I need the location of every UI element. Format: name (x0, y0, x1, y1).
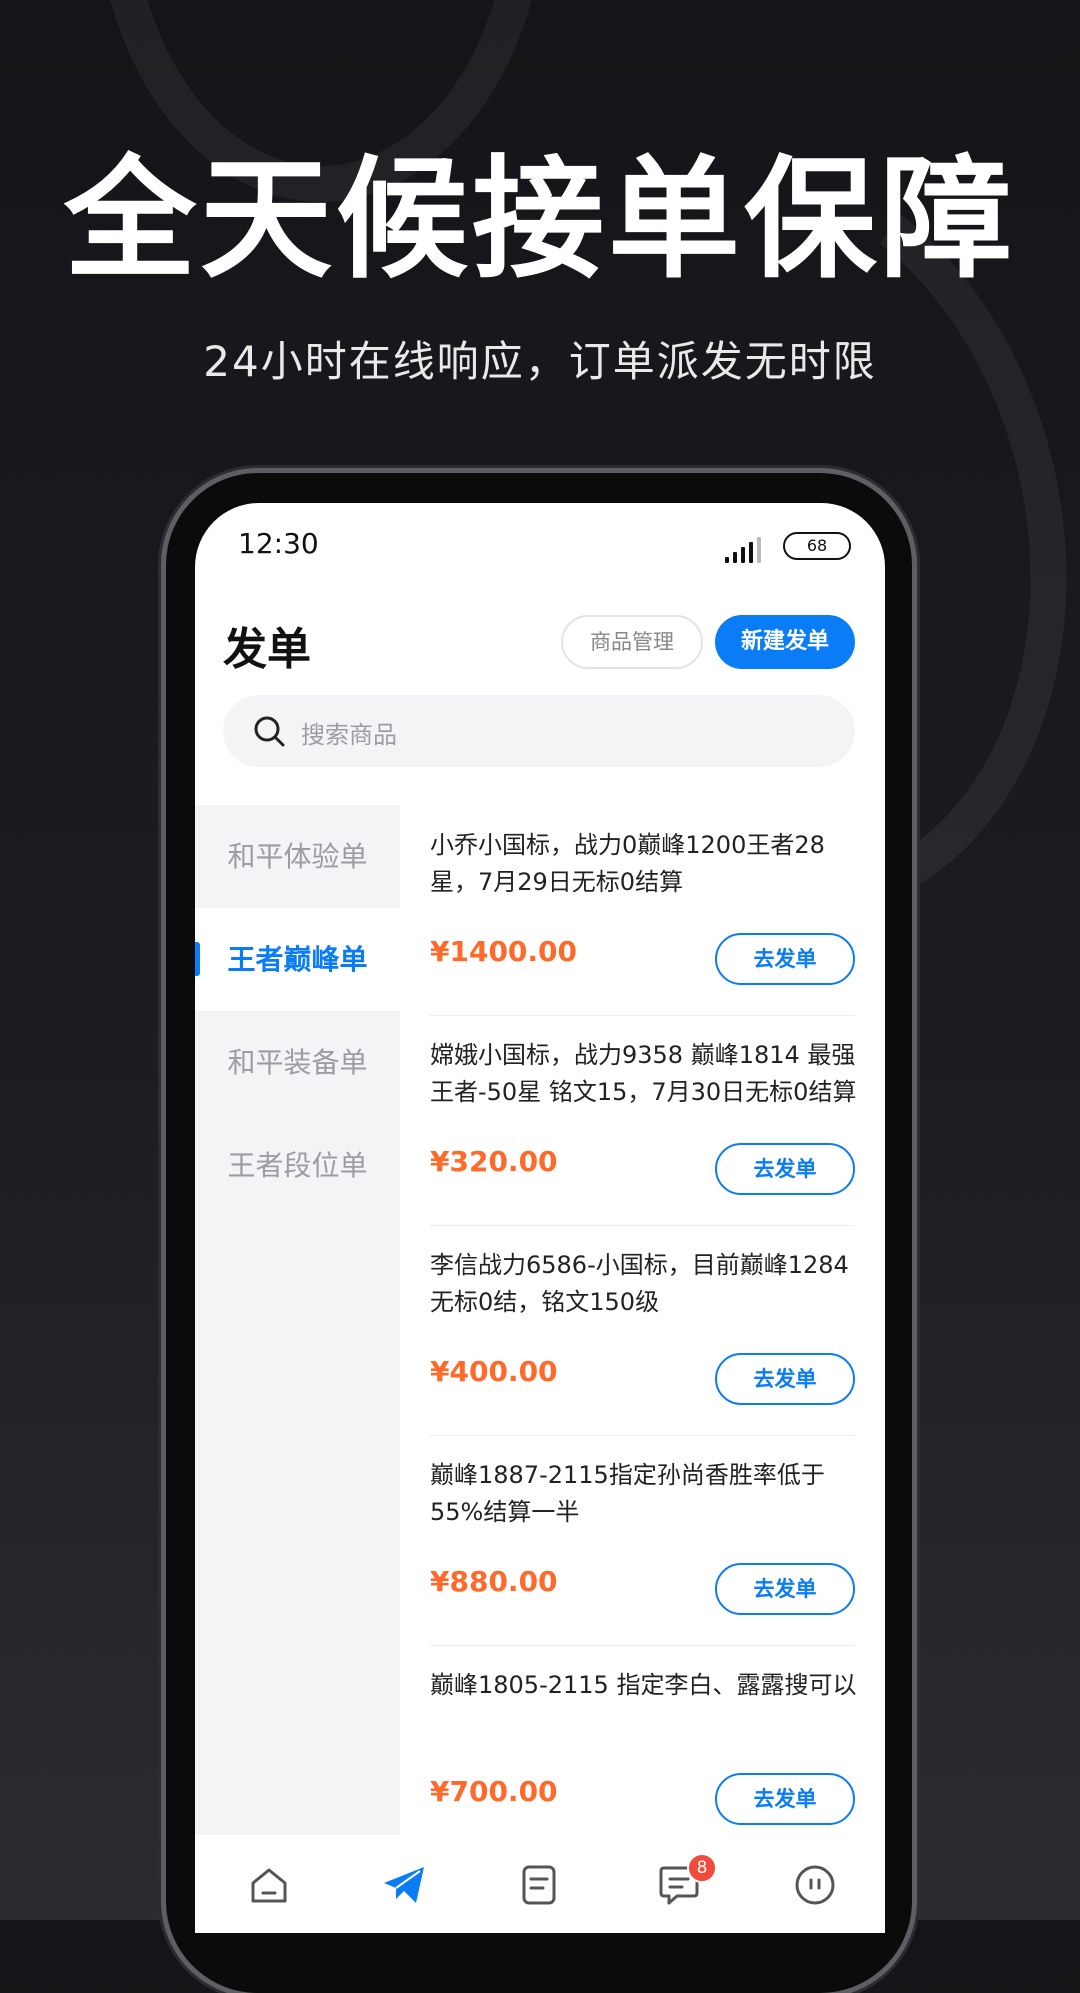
order-price: ¥880.00 (430, 1565, 558, 1598)
order-price: ¥320.00 (430, 1145, 558, 1178)
dispatch-button[interactable]: 去发单 (715, 1563, 855, 1615)
dispatch-button[interactable]: 去发单 (715, 1353, 855, 1405)
order-price: ¥1400.00 (430, 935, 578, 968)
category-item[interactable]: 和平装备单 (195, 1011, 400, 1114)
order-description: 巅峰1805-2115 指定李白、露露搜可以 (430, 1671, 857, 1699)
bottom-tab-bar: 8 (195, 1835, 885, 1933)
search-input[interactable]: 搜索商品 (223, 695, 855, 767)
send-icon[interactable] (380, 1861, 428, 1909)
status-time: 12:30 (238, 527, 319, 560)
order-description: 小乔小国标，战力0巅峰1200王者28星，7月29日无标0结算 (430, 831, 825, 896)
page-title: 发单 (223, 624, 311, 675)
profile-icon[interactable] (791, 1861, 839, 1909)
message-count-badge: 8 (687, 1853, 717, 1883)
order-description: 李信战力6586-小国标，目前巅峰1284无标0结，铭文150级 (430, 1251, 849, 1316)
search-icon (254, 716, 285, 747)
new-order-button[interactable]: 新建发单 (715, 615, 855, 669)
order-item: 巅峰1805-2115 指定李白、露露搜可以 ¥700.00 去发单 (430, 1645, 856, 1855)
phone-screen: 12:30 68 发单 商品管理 新建发单 搜索商品 和平体验单 王者巅峰单 和… (195, 503, 885, 1933)
order-item: 巅峰1887-2115指定孙尚香胜率低于55%结算一半 ¥880.00 去发单 (430, 1435, 855, 1646)
order-price: ¥700.00 (430, 1775, 558, 1808)
signal-icon (725, 537, 761, 563)
search-placeholder: 搜索商品 (301, 721, 397, 749)
order-price: ¥400.00 (430, 1355, 558, 1388)
order-description: 嫦娥小国标，战力9358 巅峰1814 最强王者-50星 铭文15，7月30日无… (430, 1041, 857, 1106)
promo-headline: 全天候接单保障 (64, 143, 1016, 297)
order-item: 嫦娥小国标，战力9358 巅峰1814 最强王者-50星 铭文15，7月30日无… (430, 1015, 856, 1226)
order-description: 巅峰1887-2115指定孙尚香胜率低于55%结算一半 (430, 1461, 825, 1526)
dispatch-button[interactable]: 去发单 (715, 933, 855, 985)
category-label: 王者巅峰单 (227, 943, 368, 976)
category-item-active[interactable]: 王者巅峰单 (195, 908, 400, 1011)
category-item[interactable]: 和平体验单 (195, 805, 400, 908)
category-item[interactable]: 王者段位单 (195, 1114, 400, 1217)
order-item: 李信战力6586-小国标，目前巅峰1284无标0结，铭文150级 ¥400.00… (430, 1225, 855, 1436)
dispatch-button[interactable]: 去发单 (715, 1143, 855, 1195)
promo-subline: 24小时在线响应，订单派发无时限 (203, 337, 877, 386)
category-sidebar: 和平体验单 王者巅峰单 和平装备单 王者段位单 (195, 805, 400, 1835)
orders-icon[interactable] (515, 1861, 563, 1909)
manage-products-button[interactable]: 商品管理 (561, 615, 703, 669)
battery-icon: 68 (783, 532, 851, 560)
dispatch-button[interactable]: 去发单 (715, 1773, 855, 1825)
active-indicator (195, 942, 200, 976)
status-bar: 12:30 68 (238, 527, 851, 567)
order-item: 小乔小国标，战力0巅峰1200王者28星，7月29日无标0结算 ¥1400.00… (430, 805, 855, 1016)
home-icon[interactable] (245, 1861, 293, 1909)
